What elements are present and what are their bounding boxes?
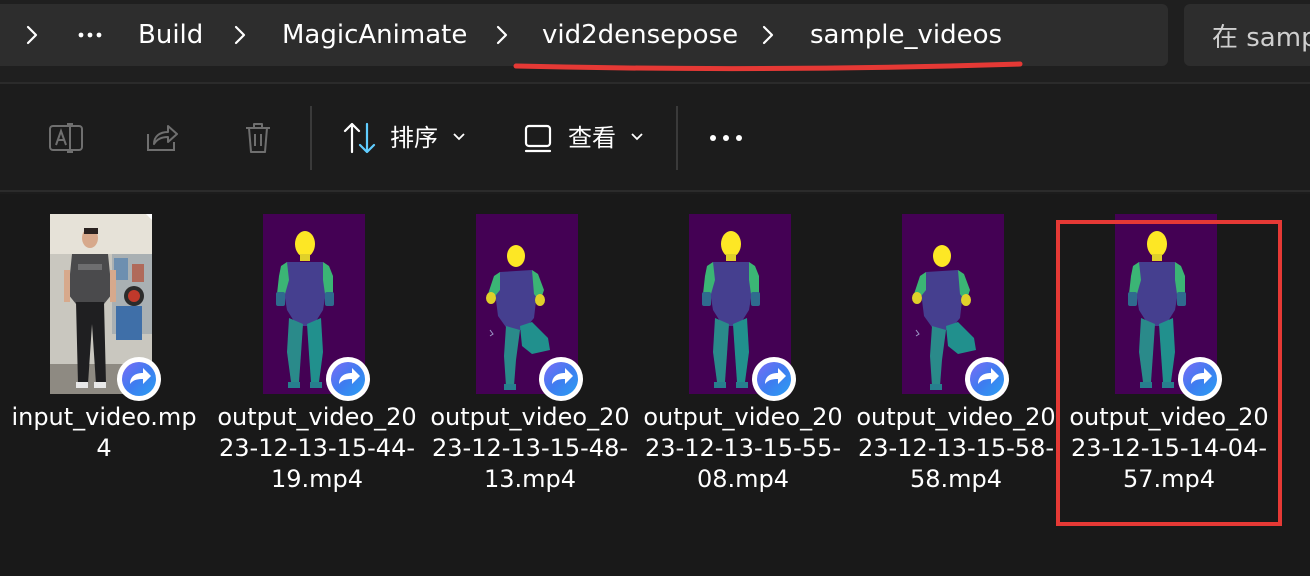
chevron-down-icon[interactable]	[630, 132, 644, 142]
sort-icon[interactable]	[340, 118, 380, 158]
chevron-right-icon[interactable]	[492, 24, 512, 46]
ellipsis-icon[interactable]	[76, 24, 104, 46]
chevron-right-icon[interactable]	[230, 24, 250, 46]
file-item-output-video[interactable]: output_video_2023-12-13-15-55-08.mp4	[643, 194, 843, 514]
toolbar-separator	[310, 106, 312, 170]
file-name: output_video_2023-12-13-15-44-19.mp4	[217, 403, 417, 493]
share-icon[interactable]	[142, 118, 182, 158]
view-icon[interactable]	[518, 118, 558, 158]
file-item-output-video[interactable]: output_video_2023-12-13-15-44-19.mp4	[217, 194, 417, 514]
file-name: output_video_2023-12-13-15-58-58.mp4	[856, 403, 1056, 493]
red-underline-annotation	[512, 58, 1024, 74]
file-name: output_video_2023-12-13-15-48-13.mp4	[430, 403, 630, 493]
file-item-output-video[interactable]: output_video_2023-12-13-15-48-13.mp4	[430, 194, 630, 514]
search-text: 在 samp	[1212, 22, 1310, 53]
view-button[interactable]: 查看	[568, 118, 616, 158]
chevron-right-icon[interactable]	[758, 24, 778, 46]
breadcrumb-item-sample-videos[interactable]: sample_videos	[810, 4, 1002, 66]
rename-icon[interactable]	[46, 118, 86, 158]
file-item-output-video[interactable]: output_video_2023-12-13-15-58-58.mp4	[856, 194, 1056, 514]
file-list: input_video.mp4 output_video_2023-12-13-…	[0, 194, 1310, 576]
more-icon[interactable]	[706, 118, 746, 158]
file-item-input-video[interactable]: input_video.mp4	[4, 194, 204, 514]
trash-icon[interactable]	[238, 118, 278, 158]
file-name: output_video_2023-12-13-15-55-08.mp4	[643, 403, 843, 493]
address-bar: Build MagicAnimate vid2densepose sample_…	[0, 0, 1310, 84]
red-highlight-box	[1056, 220, 1282, 526]
chevron-down-icon[interactable]	[452, 132, 466, 142]
breadcrumb-item-magicanimate[interactable]: MagicAnimate	[282, 4, 467, 66]
command-bar: 排序 查看	[0, 84, 1310, 192]
file-name: input_video.mp4	[11, 403, 197, 462]
sort-button[interactable]: 排序	[390, 118, 438, 158]
chevron-right-icon[interactable]	[22, 24, 42, 46]
breadcrumb[interactable]: Build MagicAnimate vid2densepose sample_…	[0, 4, 1168, 66]
search-box[interactable]: 在 samp	[1184, 4, 1310, 66]
media-player-icon	[751, 356, 797, 402]
media-player-icon	[538, 356, 584, 402]
media-player-icon	[116, 356, 162, 402]
toolbar-separator	[676, 106, 678, 170]
media-player-icon	[964, 356, 1010, 402]
breadcrumb-item-build[interactable]: Build	[138, 4, 203, 66]
breadcrumb-item-vid2densepose[interactable]: vid2densepose	[542, 4, 738, 66]
media-player-icon	[325, 356, 371, 402]
